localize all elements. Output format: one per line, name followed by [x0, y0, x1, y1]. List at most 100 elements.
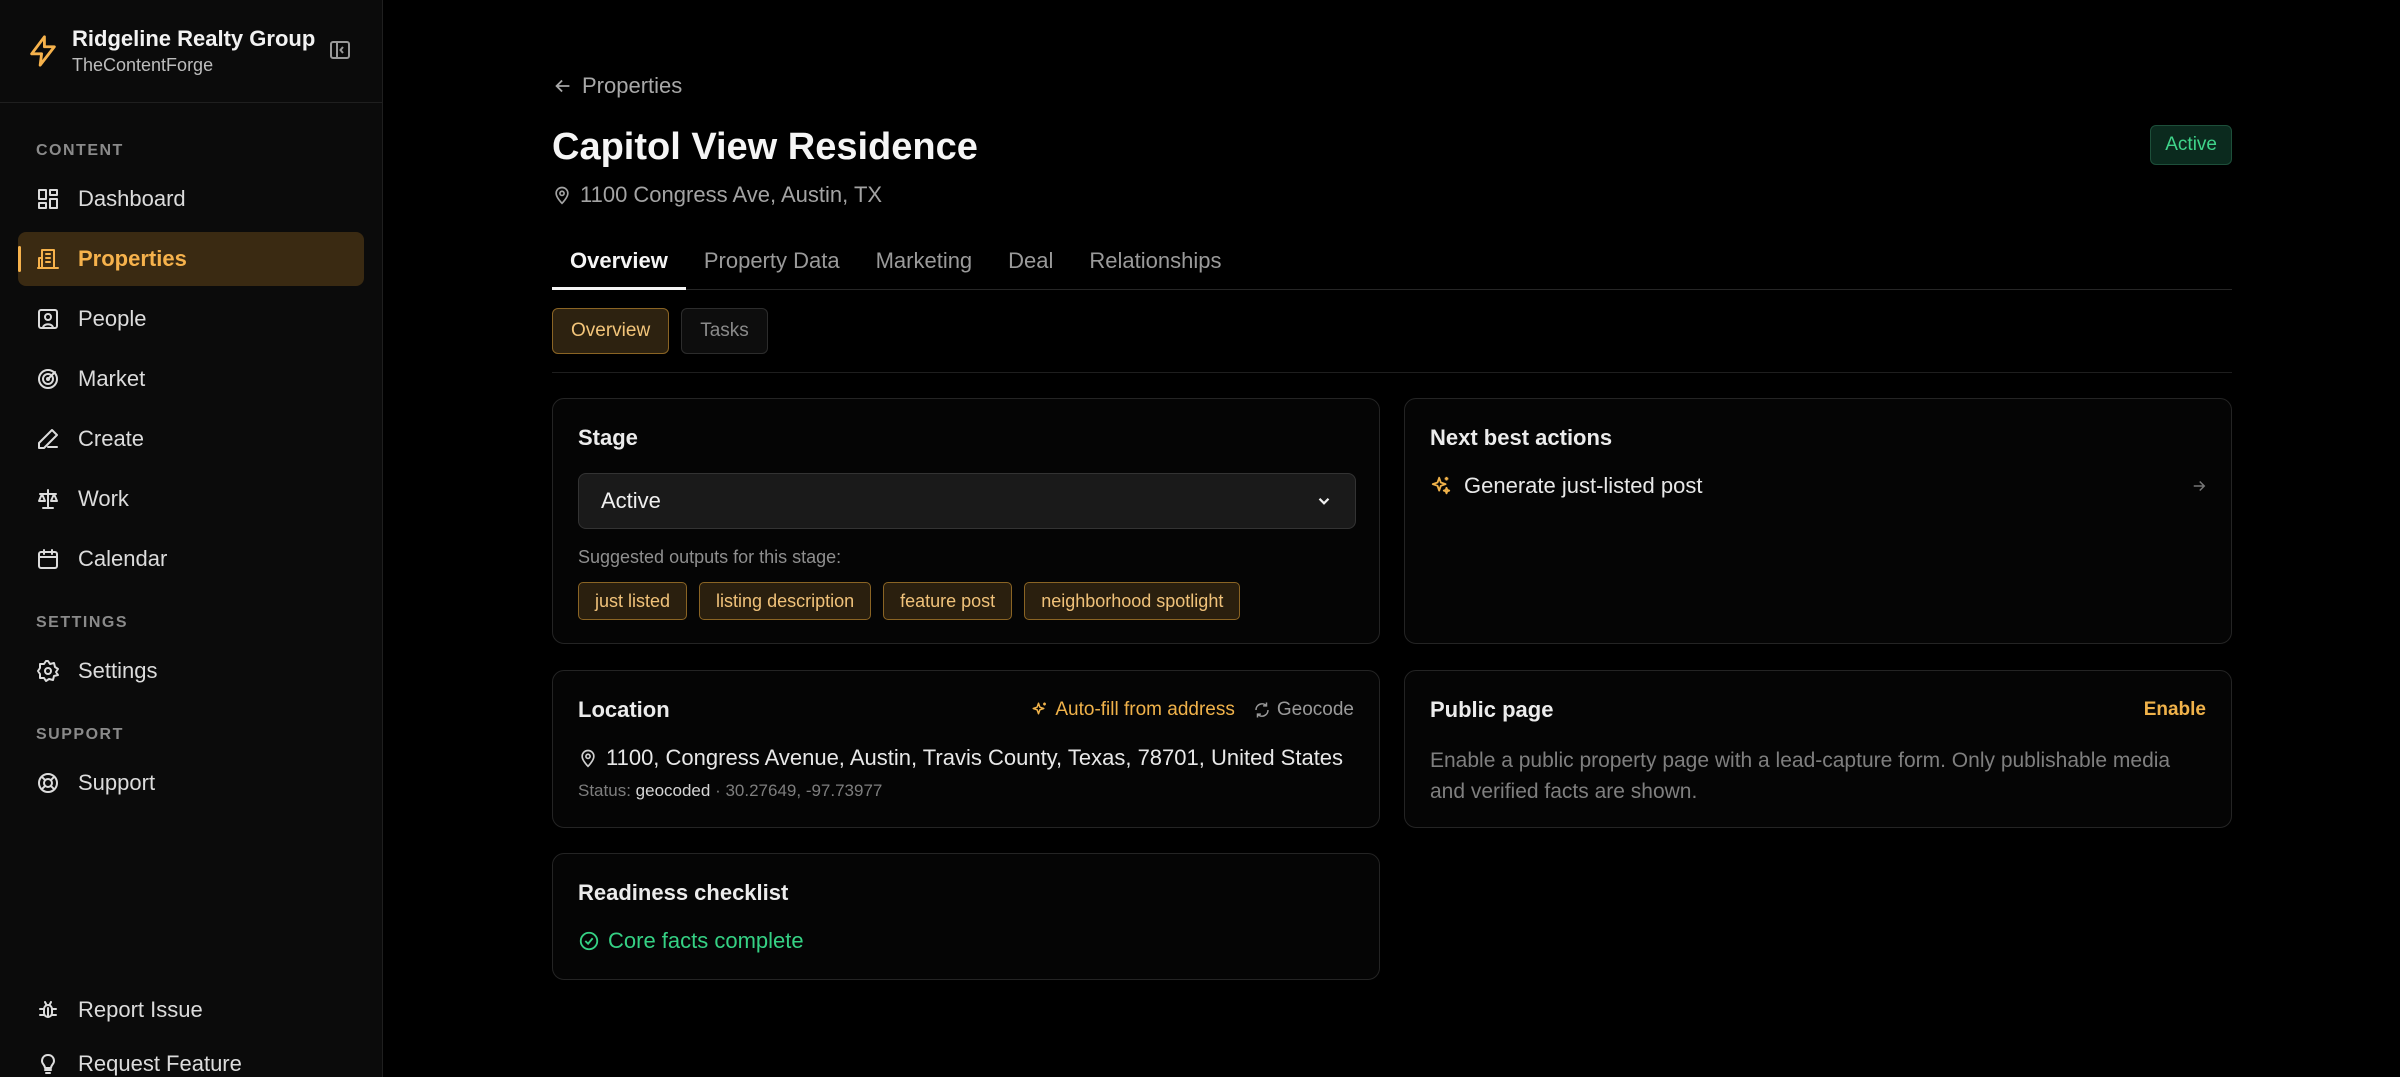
subtab-overview[interactable]: Overview [552, 308, 670, 354]
readiness-title: Readiness checklist [578, 880, 789, 905]
action-label: Generate just-listed post [1464, 473, 1703, 498]
sidebar-item-report-issue[interactable]: Report Issue [18, 983, 365, 1037]
tab-marketing[interactable]: Marketing [858, 242, 991, 290]
sidebar-footer: Report Issue Request Feature [0, 983, 383, 1077]
sidebar-item-label: Support [78, 770, 156, 795]
scale-icon [36, 487, 60, 511]
page-title: Capitol View Residence [552, 126, 978, 168]
gear-icon [36, 659, 60, 683]
sidebar-item-create[interactable]: Create [18, 412, 364, 466]
calendar-icon [36, 547, 60, 571]
chip-feature-post[interactable]: feature post [883, 582, 1013, 620]
map-pin-icon [555, 186, 569, 205]
arrow-right-icon [2193, 480, 2206, 492]
location-card: Location Auto-fill from address Geocode … [552, 670, 1380, 828]
tab-relationships[interactable]: Relationships [1071, 242, 1239, 290]
action-generate-just-listed[interactable]: Generate just-listed post [1430, 469, 2208, 503]
section-label-support: SUPPORT [36, 726, 124, 743]
lightning-logo-icon [30, 35, 56, 67]
status-prefix: Status: [578, 781, 631, 800]
readiness-checklist-card: Readiness checklist Core facts complete [552, 853, 1380, 980]
bug-icon [36, 998, 60, 1022]
enable-public-page-button[interactable]: Enable [2144, 699, 2206, 721]
chip-just-listed[interactable]: just listed [578, 582, 688, 620]
divider [552, 372, 2232, 373]
brand-header: Ridgeline Realty Group TheContentForge [0, 0, 382, 103]
section-label-settings: SETTINGS [36, 614, 129, 631]
tab-deal[interactable]: Deal [990, 242, 1071, 290]
back-link-label: Properties [582, 73, 683, 98]
public-page-card: Public page Enable Enable a public prope… [1404, 670, 2232, 828]
sidebar-item-support[interactable]: Support [18, 756, 364, 810]
dashboard-icon [36, 187, 60, 211]
suggested-outputs-label: Suggested outputs for this stage: [578, 547, 842, 567]
sidebar-item-label: Properties [78, 246, 187, 271]
location-title: Location [578, 697, 670, 722]
sidebar-item-label: Create [78, 426, 145, 451]
lightbulb-icon [36, 1052, 60, 1076]
collapse-sidebar-icon[interactable] [328, 38, 352, 62]
pen-icon [36, 427, 60, 451]
property-address: 1100 Congress Ave, Austin, TX [552, 182, 882, 208]
sidebar-item-dashboard[interactable]: Dashboard [18, 172, 364, 226]
sidebar-item-properties[interactable]: Properties [18, 232, 364, 286]
radar-icon [36, 367, 60, 391]
geocoded-address: 1100, Congress Avenue, Austin, Travis Co… [578, 745, 1343, 771]
sidebar-item-label: Market [78, 366, 146, 391]
sidebar-item-settings[interactable]: Settings [18, 644, 364, 698]
sparkles-icon [1032, 702, 1047, 715]
next-actions-title: Next best actions [1430, 425, 1613, 450]
checklist-item: Core facts complete [578, 928, 804, 954]
geocode-label: Geocode [1276, 699, 1354, 720]
sidebar: Ridgeline Realty Group TheContentForge C… [0, 0, 383, 1077]
next-best-actions-card: Next best actions Generate just-listed p… [1404, 398, 2232, 644]
refresh-icon [1255, 702, 1269, 718]
arrow-left-icon [555, 79, 570, 93]
building-icon [36, 247, 60, 271]
address-text: 1100 Congress Ave, Austin, TX [580, 182, 883, 207]
autofill-label: Auto-fill from address [1055, 699, 1235, 720]
chevron-down-icon [1318, 497, 1330, 505]
geocode-button[interactable]: Geocode [1253, 699, 1354, 721]
workspace-name: TheContentForge [72, 55, 214, 75]
tab-property-data[interactable]: Property Data [686, 242, 858, 290]
full-address-text: 1100, Congress Avenue, Austin, Travis Co… [606, 745, 1344, 770]
subtab-tasks[interactable]: Tasks [681, 308, 768, 354]
check-circle-icon [579, 931, 599, 951]
tab-overview[interactable]: Overview [552, 242, 686, 290]
geocode-status: Status: geocoded · 30.27649, -97.73977 [578, 781, 882, 801]
suggested-outputs: just listed listing description feature … [578, 582, 1241, 620]
brand-name: Ridgeline Realty Group [72, 26, 316, 51]
public-page-title: Public page [1430, 697, 1554, 722]
sidebar-item-label: Settings [78, 658, 158, 683]
sidebar-item-label: Request Feature [78, 1051, 242, 1076]
stage-selected-value: Active [601, 488, 661, 513]
sidebar-item-people[interactable]: People [18, 292, 364, 346]
lifebuoy-icon [36, 771, 60, 795]
sidebar-item-label: Calendar [78, 546, 168, 571]
sidebar-item-market[interactable]: Market [18, 352, 364, 406]
sidebar-item-work[interactable]: Work [18, 472, 364, 526]
location-actions: Auto-fill from address Geocode [1031, 699, 1354, 721]
sidebar-item-label: Report Issue [78, 997, 203, 1022]
sparkles-icon [1431, 476, 1451, 495]
stage-select[interactable]: Active [578, 473, 1356, 529]
sidebar-item-label: Work [78, 486, 129, 511]
sidebar-item-label: Dashboard [78, 186, 186, 211]
sidebar-item-calendar[interactable]: Calendar [18, 532, 364, 586]
back-to-properties-link[interactable]: Properties [552, 73, 682, 99]
main-content: Properties Capitol View Residence 1100 C… [383, 0, 2400, 1077]
coordinates: · 30.27649, -97.73977 [715, 781, 883, 800]
sidebar-item-request-feature[interactable]: Request Feature [18, 1037, 365, 1077]
checklist-item-label: Core facts complete [608, 928, 804, 953]
public-page-description: Enable a public property page with a lea… [1430, 749, 2171, 803]
secondary-tabs: Overview Tasks [552, 308, 768, 354]
chip-neighborhood-spotlight[interactable]: neighborhood spotlight [1024, 582, 1241, 620]
chip-listing-description[interactable]: listing description [699, 582, 872, 620]
autofill-button[interactable]: Auto-fill from address [1031, 699, 1235, 721]
status-value: geocoded [635, 781, 711, 800]
sidebar-item-label: People [78, 306, 147, 331]
section-label-content: CONTENT [36, 142, 124, 159]
map-pin-icon [581, 749, 595, 768]
stage-title: Stage [578, 425, 638, 450]
